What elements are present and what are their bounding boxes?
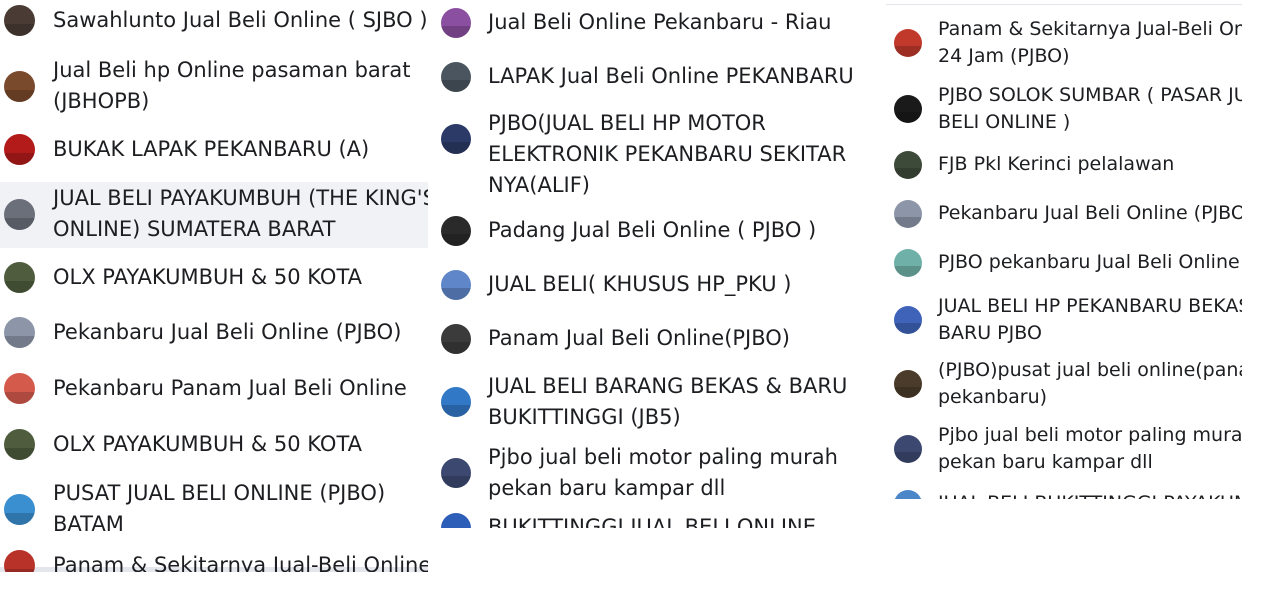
group-name[interactable]: Sawahlunto Jual Beli Online ( SJBO )	[53, 5, 428, 36]
group-item-jual-beli-hp-pekanbaru-bekas[interactable]: JUAL BELI HP PEKANBARU BEKAS BARU PJBO	[886, 292, 1242, 346]
group-avatar[interactable]	[4, 494, 35, 525]
group-item-padang-jual-beli-online-pjbo[interactable]: Padang Jual Beli Online ( PJBO )	[436, 214, 876, 247]
group-name[interactable]: Pjbo jual beli motor paling murah pekan …	[938, 422, 1242, 476]
group-avatar[interactable]	[4, 134, 35, 165]
group-avatar[interactable]	[4, 199, 35, 230]
group-name[interactable]: PUSAT JUAL BELI ONLINE (PJBO) BATAM	[53, 478, 385, 540]
group-name[interactable]: Panam Jual Beli Online(PJBO)	[488, 323, 790, 354]
group-avatar[interactable]	[4, 262, 35, 293]
group-avatar[interactable]	[441, 216, 471, 246]
group-name[interactable]: Pekanbaru Panam Jual Beli Online	[53, 373, 407, 404]
group-name[interactable]: JUAL BELI BARANG BEKAS & BARU BUKITTINGG…	[488, 371, 847, 433]
group-item-bukittinggi-jual-beli-online[interactable]: BUKITTINGGI JUAL BELI ONLINE	[436, 511, 876, 528]
group-name[interactable]: Padang Jual Beli Online ( PJBO )	[488, 215, 816, 246]
group-avatar[interactable]	[441, 324, 471, 354]
group-item-jual-beli-hp-online-pasaman-barat[interactable]: Jual Beli hp Online pasaman barat (JBHOP…	[0, 54, 428, 116]
group-name[interactable]: JUAL BELI( KHUSUS HP_PKU )	[488, 269, 791, 300]
group-name[interactable]: JUAL BELI PAYAKUMBUH (THE KING'S ONLINE)…	[53, 183, 428, 245]
group-name[interactable]: Pekanbaru Jual Beli Online (PJBO)	[53, 317, 401, 348]
group-item-jual-beli-barang-bekas-baru[interactable]: JUAL BELI BARANG BEKAS & BARU BUKITTINGG…	[436, 370, 876, 432]
group-name[interactable]: BUKITTINGGI JUAL BELI ONLINE	[488, 512, 816, 528]
group-item-pjbo-jual-beli-motor-paling-murah[interactable]: Pjbo jual beli motor paling murah pekan …	[886, 421, 1242, 475]
group-avatar[interactable]	[894, 95, 922, 123]
group-avatar[interactable]	[4, 5, 35, 36]
group-item-lapak-jual-beli-online-pekanbaru[interactable]: LAPAK Jual Beli Online PEKANBARU	[436, 60, 876, 93]
group-avatar[interactable]	[441, 513, 471, 528]
group-item-olx-payakumbuh-50-kota[interactable]: OLX PAYAKUMBUH & 50 KOTA	[0, 261, 428, 294]
group-name[interactable]: Jual Beli hp Online pasaman barat (JBHOP…	[53, 55, 411, 117]
group-item-pekanbaru-panam-jual-beli-online[interactable]: Pekanbaru Panam Jual Beli Online	[0, 372, 428, 405]
group-name[interactable]: BUKAK LAPAK PEKANBARU (A)	[53, 134, 369, 165]
group-item-pjbo-jual-beli-motor-paling-murah[interactable]: Pjbo jual beli motor paling murah pekan …	[436, 441, 876, 503]
group-avatar[interactable]	[4, 317, 35, 348]
group-name[interactable]: JUAL BELI HP PEKANBARU BEKAS BARU PJBO	[938, 293, 1242, 347]
group-name[interactable]: JUAL BELI BUKITTINGGI PAYAKUMBUH	[938, 490, 1242, 499]
group-item-pekanbaru-jual-beli-online-pjbo[interactable]: Pekanbaru Jual Beli Online (PJBO)	[0, 316, 428, 349]
group-name[interactable]: Panam & Sekitarnya Jual-Beli Online 24 J…	[938, 16, 1242, 70]
group-item-pekanbaru-jual-beli-online-pjbo[interactable]: Pekanbaru Jual Beli Online (PJBO)	[886, 199, 1242, 229]
group-avatar[interactable]	[441, 458, 471, 488]
group-name[interactable]: Jual Beli Online Pekanbaru - Riau	[488, 7, 831, 38]
group-avatar[interactable]	[894, 200, 922, 228]
group-avatar[interactable]	[441, 124, 471, 154]
group-item-jual-beli-khusus-hp-pku[interactable]: JUAL BELI( KHUSUS HP_PKU )	[436, 268, 876, 301]
group-name[interactable]: PJBO(JUAL BELI HP MOTOR ELEKTRONIK PEKAN…	[488, 108, 846, 201]
group-item-panam-sekitarnya-jual-beli-online[interactable]: Panam & Sekitarnya Jual-Beli Online	[0, 549, 428, 572]
group-list-column-1: Sawahlunto Jual Beli Online ( SJBO ) Jual…	[0, 0, 428, 572]
group-item-pusat-jual-beli-online-pjbo[interactable]: PUSAT JUAL BELI ONLINE (PJBO) BATAM	[0, 477, 428, 539]
group-item-jual-beli-payakumbuh-the-king-s[interactable]: JUAL BELI PAYAKUMBUH (THE KING'S ONLINE)…	[0, 182, 428, 248]
group-item-panam-sekitarnya-jual-beli-online[interactable]: Panam & Sekitarnya Jual-Beli Online 24 J…	[886, 15, 1242, 69]
group-avatar[interactable]	[894, 370, 922, 398]
group-item-sawahlunto-jual-beli-online-sjbo[interactable]: Sawahlunto Jual Beli Online ( SJBO )	[0, 4, 428, 37]
group-name[interactable]: LAPAK Jual Beli Online PEKANBARU	[488, 61, 854, 92]
group-name[interactable]: PJBO pekanbaru Jual Beli Online	[938, 249, 1240, 276]
group-name[interactable]: OLX PAYAKUMBUH & 50 KOTA	[53, 262, 362, 293]
group-item-jual-beli-online-pekanbaru-riau[interactable]: Jual Beli Online Pekanbaru - Riau	[436, 6, 876, 39]
group-item-fjb-pkl-kerinci-pelalawan[interactable]: FJB Pkl Kerinci pelalawan	[886, 150, 1242, 180]
group-name[interactable]: Pjbo jual beli motor paling murah pekan …	[488, 442, 838, 504]
group-item-pjbo-solok-sumbar-pasar-jual[interactable]: PJBO SOLOK SUMBAR ( PASAR JUAL BELI ONLI…	[886, 81, 1242, 135]
group-avatar[interactable]	[441, 8, 471, 38]
group-name[interactable]: FJB Pkl Kerinci pelalawan	[938, 151, 1174, 178]
group-list-column-3: Panam & Sekitarnya Jual-Beli Online 24 J…	[886, 4, 1242, 499]
group-item-pjbo-pekanbaru-jual-beli-online[interactable]: PJBO pekanbaru Jual Beli Online	[886, 248, 1242, 278]
group-avatar[interactable]	[894, 249, 922, 277]
group-name[interactable]: OLX PAYAKUMBUH & 50 KOTA	[53, 429, 362, 460]
group-avatar[interactable]	[894, 29, 922, 57]
group-item-pjbo-pusat-jual-beli-online-panam[interactable]: (PJBO)pusat jual beli online(panam pekan…	[886, 356, 1242, 410]
group-avatar[interactable]	[441, 270, 471, 300]
group-avatar[interactable]	[894, 151, 922, 179]
group-avatar[interactable]	[894, 435, 922, 463]
group-avatar[interactable]	[4, 550, 35, 572]
group-avatar[interactable]	[4, 373, 35, 404]
group-item-bukak-lapak-pekanbaru-a[interactable]: BUKAK LAPAK PEKANBARU (A)	[0, 133, 428, 166]
group-avatar[interactable]	[441, 387, 471, 417]
group-item-jual-beli-bukittinggi-payakumbuh[interactable]: JUAL BELI BUKITTINGGI PAYAKUMBUH	[886, 489, 1242, 499]
group-list-column-2: Jual Beli Online Pekanbaru - Riau LAPAK J…	[436, 0, 876, 528]
group-avatar[interactable]	[894, 490, 922, 499]
group-item-olx-payakumbuh-50-kota[interactable]: OLX PAYAKUMBUH & 50 KOTA	[0, 428, 428, 461]
group-name[interactable]: PJBO SOLOK SUMBAR ( PASAR JUAL BELI ONLI…	[938, 82, 1242, 136]
group-avatar[interactable]	[4, 429, 35, 460]
group-avatar[interactable]	[441, 62, 471, 92]
group-avatar[interactable]	[894, 306, 922, 334]
group-avatar[interactable]	[4, 71, 35, 102]
group-item-pjbo-jual-beli-hp-motor[interactable]: PJBO(JUAL BELI HP MOTOR ELEKTRONIK PEKAN…	[436, 107, 876, 200]
group-name[interactable]: Pekanbaru Jual Beli Online (PJBO)	[938, 200, 1242, 227]
group-name[interactable]: (PJBO)pusat jual beli online(panam pekan…	[938, 357, 1242, 411]
group-name[interactable]: Panam & Sekitarnya Jual-Beli Online	[53, 550, 428, 572]
group-item-panam-jual-beli-online-pjbo[interactable]: Panam Jual Beli Online(PJBO)	[436, 322, 876, 355]
